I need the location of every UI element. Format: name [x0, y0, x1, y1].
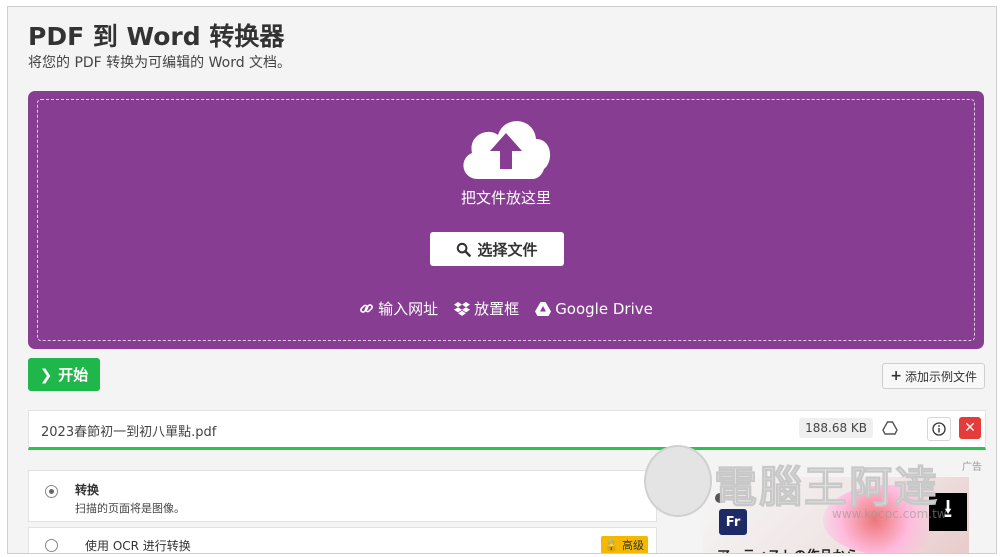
- page-title: PDF 到 Word 转换器: [28, 22, 285, 51]
- page-subtitle: 将您的 PDF 转换为可编辑的 Word 文档。: [28, 55, 292, 71]
- save-to-drive-button[interactable]: [879, 417, 901, 439]
- drop-text: 把文件放这里: [460, 189, 551, 207]
- option-ocr-title: 使用 OCR 进行转换: [85, 539, 191, 553]
- premium-badge: 🔒 高级: [600, 536, 648, 553]
- option-convert-title: 转换: [75, 483, 100, 497]
- remove-file-button[interactable]: ✕: [959, 417, 981, 439]
- info-icon: [932, 422, 946, 436]
- dropbox-icon: [454, 301, 471, 316]
- url-link[interactable]: 输入网址: [359, 298, 438, 319]
- file-size: 188.68 KB: [799, 418, 873, 438]
- choose-file-button[interactable]: 选择文件: [430, 232, 564, 266]
- add-sample-label: 添加示例文件: [904, 369, 977, 384]
- drive-save-icon: [882, 421, 898, 435]
- choose-file-label: 选择文件: [477, 240, 538, 259]
- close-icon: ✕: [964, 420, 976, 436]
- dropbox-link-label: 放置框: [474, 300, 520, 318]
- premium-badge-label: 高级: [622, 539, 644, 552]
- option-ocr[interactable]: 使用 OCR 进行转换 🔒 高级: [28, 527, 657, 553]
- google-drive-link[interactable]: Google Drive: [535, 298, 653, 319]
- file-name: 2023春節初一到初八單點.pdf: [41, 425, 217, 440]
- link-icon: [360, 304, 374, 313]
- ad-text: アーティストの作品から: [717, 545, 858, 553]
- start-button[interactable]: ❯ 开始: [28, 358, 100, 391]
- file-info-button[interactable]: [927, 417, 951, 441]
- watermark: 電腦王阿達 www.kocpc.com.tw: [644, 445, 974, 521]
- dropbox-link[interactable]: 放置框: [454, 298, 519, 319]
- search-icon: [457, 242, 472, 257]
- file-dropzone[interactable]: 把文件放这里 选择文件 输入网址 放置框 Google Drive: [28, 91, 984, 349]
- url-link-label: 输入网址: [378, 300, 439, 318]
- lock-icon: 🔒: [604, 539, 619, 552]
- option-convert[interactable]: 转换 扫描的页面将是图像。: [28, 470, 657, 522]
- radio-ocr[interactable]: [45, 539, 58, 552]
- cloud-upload-icon: [463, 121, 551, 179]
- file-row: 2023春節初一到初八單點.pdf 188.68 KB ✕: [28, 410, 986, 450]
- radio-convert[interactable]: [45, 485, 58, 498]
- watermark-url: www.kocpc.com.tw: [832, 507, 947, 521]
- google-drive-link-label: Google Drive: [555, 299, 653, 318]
- plus-icon: +: [890, 368, 902, 384]
- converter-panel: PDF 到 Word 转换器 将您的 PDF 转换为可编辑的 Word 文档。 …: [7, 6, 997, 554]
- google-drive-icon: [535, 301, 552, 316]
- watermark-text: 電腦王阿達: [714, 463, 939, 514]
- chevron-right-icon: ❯: [39, 365, 53, 384]
- source-links: 输入网址 放置框 Google Drive: [28, 298, 984, 319]
- start-label: 开始: [58, 366, 89, 384]
- option-convert-desc: 扫描的页面将是图像。: [75, 502, 185, 515]
- watermark-face-icon: [644, 445, 712, 517]
- add-sample-file-button[interactable]: + 添加示例文件: [882, 363, 985, 389]
